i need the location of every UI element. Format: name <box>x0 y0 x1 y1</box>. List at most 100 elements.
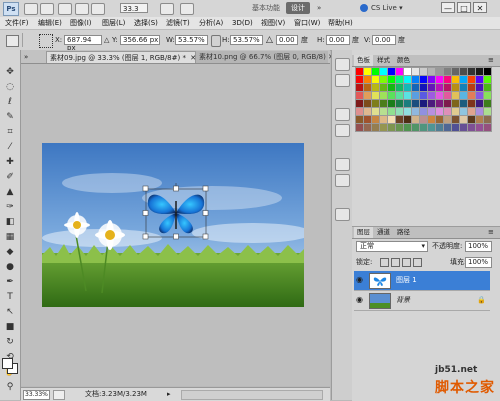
mini-bridge-icon[interactable] <box>40 3 54 15</box>
link-icon[interactable] <box>211 35 221 47</box>
color-swatch[interactable] <box>387 83 396 92</box>
menu-help[interactable]: 帮助(H) <box>328 17 353 29</box>
menu-select[interactable]: 选择(S) <box>134 17 158 29</box>
tab-color[interactable]: 颜色 <box>394 55 413 66</box>
color-swatch[interactable] <box>403 91 412 100</box>
color-swatch[interactable] <box>427 123 436 132</box>
color-swatch[interactable] <box>459 91 468 100</box>
blend-mode-select[interactable]: 正常 ▾ <box>356 241 428 252</box>
menu-window[interactable]: 窗口(W) <box>294 17 320 29</box>
color-swatch[interactable] <box>379 115 388 124</box>
arrange-documents-icon[interactable] <box>160 3 174 15</box>
menu-layer[interactable]: 图层(L) <box>102 17 125 29</box>
color-swatch[interactable] <box>403 67 412 76</box>
color-swatch[interactable] <box>459 99 468 108</box>
width-field[interactable]: 53.57% <box>175 35 208 45</box>
paragraph-panel-icon[interactable] <box>335 174 350 187</box>
color-swatch[interactable] <box>403 115 412 124</box>
dodge-tool-icon[interactable]: ● <box>3 261 17 273</box>
color-swatch[interactable] <box>371 67 380 76</box>
color-swatch[interactable] <box>475 123 484 132</box>
opacity-field[interactable]: 100% <box>465 241 492 252</box>
color-swatch[interactable] <box>387 99 396 108</box>
type-tool-icon[interactable]: T <box>3 291 17 303</box>
marquee-tool-icon[interactable]: ◌ <box>3 81 17 93</box>
color-swatch[interactable] <box>475 91 484 100</box>
color-swatch[interactable] <box>427 67 436 76</box>
eye-icon[interactable]: ◉ <box>356 296 365 304</box>
brush-panel-icon[interactable] <box>335 108 350 121</box>
pen-tool-icon[interactable]: ✒ <box>3 276 17 288</box>
color-swatch[interactable] <box>483 91 492 100</box>
color-swatch[interactable] <box>467 91 476 100</box>
foreground-background-colors[interactable] <box>2 358 18 374</box>
color-swatch[interactable] <box>419 83 428 92</box>
color-swatch[interactable] <box>435 67 444 76</box>
color-swatch[interactable] <box>403 99 412 108</box>
color-swatch[interactable] <box>459 107 468 116</box>
color-swatch[interactable] <box>435 107 444 116</box>
color-swatch[interactable] <box>435 115 444 124</box>
menu-edit[interactable]: 编辑(E) <box>38 17 62 29</box>
panel-collapse-icon[interactable]: » <box>24 53 28 61</box>
color-swatch[interactable] <box>371 91 380 100</box>
color-swatch[interactable] <box>395 99 404 108</box>
color-swatch[interactable] <box>443 107 452 116</box>
lock-transparent-icon[interactable] <box>380 258 389 267</box>
color-swatch[interactable] <box>379 123 388 132</box>
color-swatch[interactable] <box>475 107 484 116</box>
color-swatch[interactable] <box>427 99 436 108</box>
color-swatch[interactable] <box>451 83 460 92</box>
color-swatch[interactable] <box>435 83 444 92</box>
status-icon[interactable] <box>53 390 65 400</box>
color-swatch[interactable] <box>371 107 380 116</box>
color-swatch[interactable] <box>467 107 476 116</box>
color-swatch[interactable] <box>403 75 412 84</box>
color-swatch[interactable] <box>411 99 420 108</box>
color-swatch[interactable] <box>451 99 460 108</box>
color-swatch[interactable] <box>403 123 412 132</box>
menu-analysis[interactable]: 分析(A) <box>199 17 223 29</box>
color-swatch[interactable] <box>467 67 476 76</box>
vskew-field[interactable]: 0.00 <box>372 35 396 45</box>
color-swatch[interactable] <box>395 83 404 92</box>
color-swatch[interactable] <box>395 123 404 132</box>
minimize-button[interactable]: — <box>441 2 455 13</box>
history-panel-icon[interactable] <box>335 58 350 71</box>
quick-selection-tool-icon[interactable]: ✎ <box>3 111 17 123</box>
color-swatch[interactable] <box>379 83 388 92</box>
tab-document-1[interactable]: 素材09.jpg @ 33.3% (图层 1, RGB/8#) * ✕ <box>46 51 196 63</box>
color-swatch[interactable] <box>435 91 444 100</box>
path-selection-tool-icon[interactable]: ↖ <box>3 306 17 318</box>
color-swatch[interactable] <box>483 83 492 92</box>
color-swatch[interactable] <box>443 67 452 76</box>
crop-tool-icon[interactable]: ⌗ <box>3 126 17 138</box>
color-swatch[interactable] <box>483 107 492 116</box>
color-swatch[interactable] <box>475 67 484 76</box>
maximize-button[interactable]: □ <box>457 2 471 13</box>
color-swatch[interactable] <box>363 99 372 108</box>
color-swatch[interactable] <box>419 75 428 84</box>
zoom-tool-icon[interactable] <box>91 3 105 15</box>
color-swatch[interactable] <box>403 83 412 92</box>
gradient-tool-icon[interactable]: ▦ <box>3 231 17 243</box>
color-swatch[interactable] <box>363 83 372 92</box>
history-brush-tool-icon[interactable]: ✑ <box>3 201 17 213</box>
zoom-level-dropdown[interactable]: 33.3 <box>120 3 148 13</box>
hand-tool-icon[interactable] <box>75 3 89 15</box>
color-swatch[interactable] <box>435 75 444 84</box>
color-swatch[interactable] <box>467 123 476 132</box>
shape-tool-icon[interactable]: ■ <box>3 321 17 333</box>
menu-file[interactable]: 文件(F) <box>5 17 29 29</box>
color-swatch[interactable] <box>459 123 468 132</box>
color-swatch[interactable] <box>371 123 380 132</box>
color-swatch[interactable] <box>459 75 468 84</box>
color-swatch[interactable] <box>475 75 484 84</box>
lock-all-icon[interactable] <box>413 258 422 267</box>
status-menu-arrow-icon[interactable]: ▸ <box>167 390 171 398</box>
brush-tool-icon[interactable]: ✐ <box>3 171 17 183</box>
color-swatch[interactable] <box>427 115 436 124</box>
color-swatch[interactable] <box>411 107 420 116</box>
x-position-field[interactable]: 687.94 px <box>64 35 102 52</box>
zoom-status-field[interactable]: 33.33% <box>23 390 50 400</box>
